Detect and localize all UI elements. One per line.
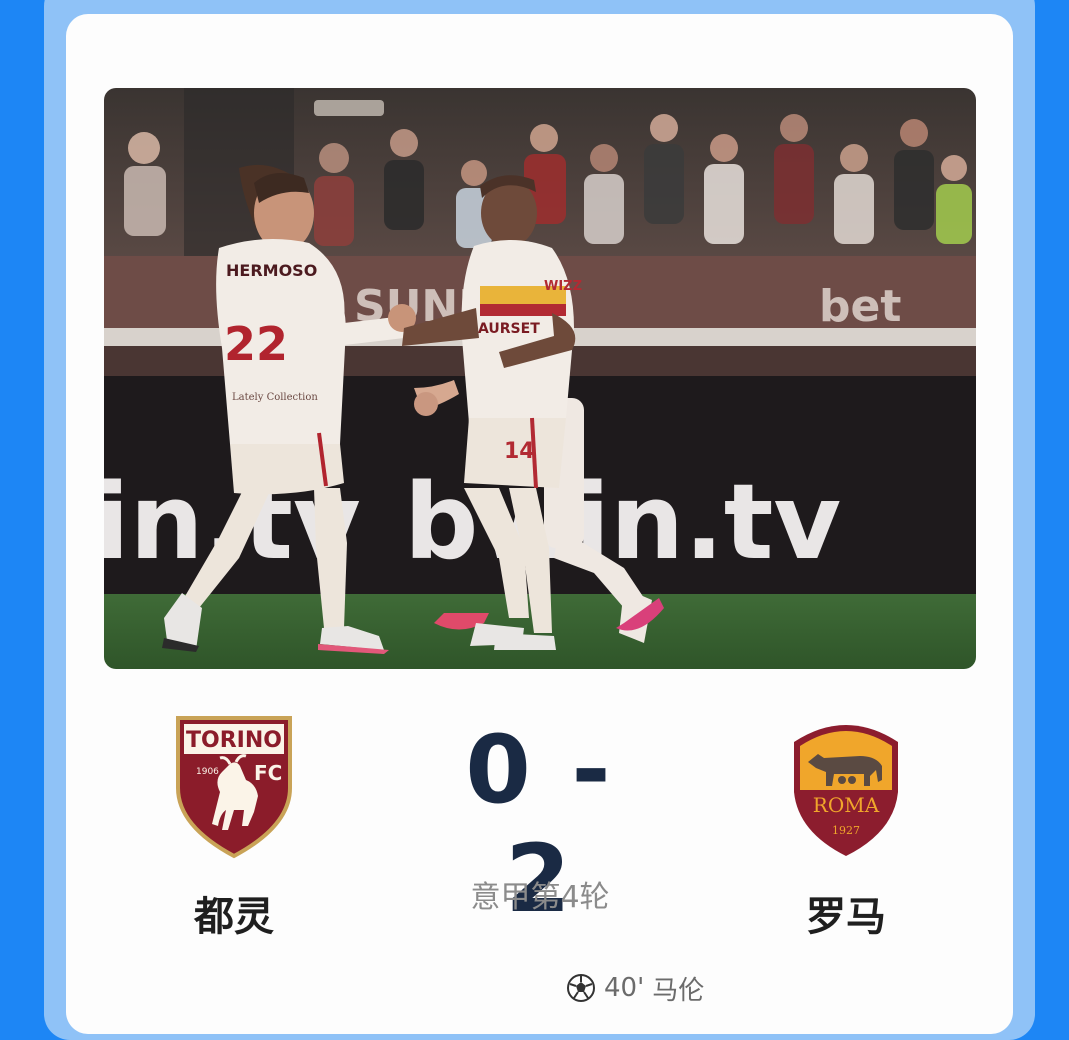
match-round: 意甲第4轮 (470, 880, 610, 915)
match-photo[interactable]: SUNKI bet bwin.tv in.tv 22 H (104, 88, 976, 669)
away-team-name: 罗马 (806, 894, 886, 940)
roma-badge-icon[interactable]: ROMA 1927 (790, 714, 902, 860)
shirt-small-text: Lately Collection (232, 392, 318, 403)
sleeve-text: WIZZ (544, 279, 582, 294)
home-team-name: 都灵 (194, 894, 274, 940)
torino-badge-name: TORINO (186, 728, 282, 753)
roma-badge-name: ROMA (813, 793, 880, 817)
goal-event-row[interactable]: 40' 马伦 (566, 968, 704, 1008)
goal-minute: 40' (604, 973, 645, 1003)
roma-badge-year: 1927 (832, 824, 860, 837)
shirt-number-left: 22 (224, 317, 288, 371)
torino-badge-icon[interactable]: TORINO 1906 FC (174, 714, 294, 860)
torino-badge-year: 1906 (196, 767, 219, 777)
shirt-sponsor-right: AURSET (478, 321, 540, 337)
shirt-number-right: 14 (504, 439, 535, 464)
torino-badge-suffix: FC (254, 761, 282, 785)
shirt-name-left: HERMOSO (226, 261, 317, 280)
soccer-ball-icon (566, 973, 596, 1003)
upper-board-text-right: bet (819, 281, 901, 332)
